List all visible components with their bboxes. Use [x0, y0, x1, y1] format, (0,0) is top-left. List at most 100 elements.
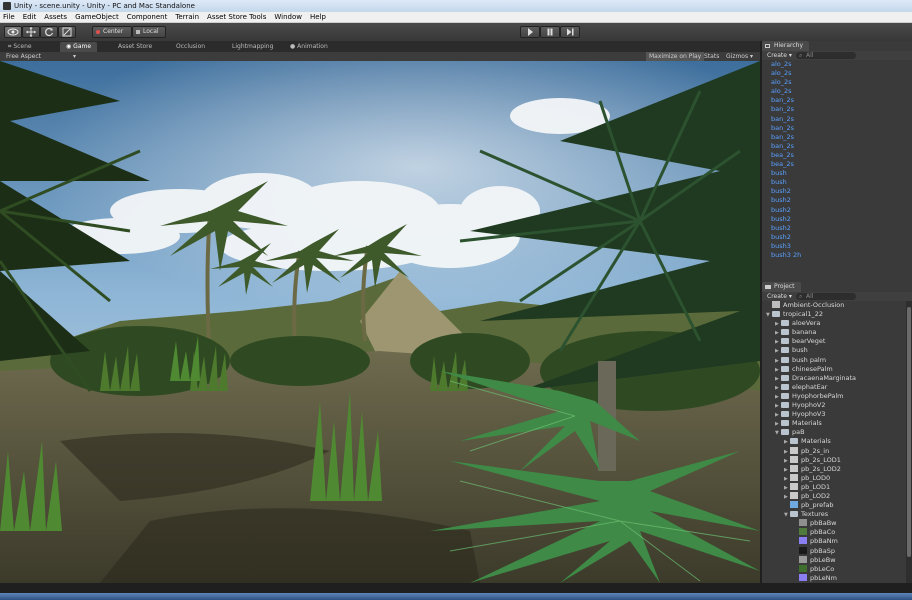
hierarchy-item[interactable]: alo_2s	[762, 87, 912, 96]
tab-game[interactable]: ◉ Game	[60, 42, 98, 52]
project-search-input[interactable]: ⌕ All	[796, 293, 856, 300]
project-scrollbar[interactable]	[906, 301, 912, 583]
menu-gameobject[interactable]: GameObject	[75, 12, 119, 22]
hierarchy-item[interactable]: ban_2s	[762, 133, 912, 142]
menu-asset-store-tools[interactable]: Asset Store Tools	[207, 12, 266, 22]
project-create-button[interactable]: Create ▾	[767, 292, 792, 301]
hierarchy-item[interactable]: bush2	[762, 215, 912, 224]
hierarchy-item[interactable]: bush3 2h	[762, 251, 912, 260]
project-item[interactable]: pbBaNm	[762, 537, 912, 546]
play-button[interactable]	[520, 26, 540, 38]
project-item[interactable]: ▼ tropical1_22	[762, 310, 912, 319]
hierarchy-item[interactable]: ban_2s	[762, 142, 912, 151]
animation-tab-icon: ●	[290, 43, 296, 50]
jungle-scene-render	[0, 61, 760, 583]
hierarchy-item[interactable]: bea_2s	[762, 160, 912, 169]
menu-terrain[interactable]: Terrain	[175, 12, 199, 22]
project-item[interactable]: Ambient-Occlusion	[762, 301, 912, 310]
game-viewport[interactable]	[0, 61, 760, 583]
tab-asset-store[interactable]: Asset Store	[112, 42, 158, 52]
hierarchy-search-input[interactable]: ⌕ All	[796, 52, 856, 59]
project-item[interactable]: ▶ pb_2s_LOD2	[762, 464, 912, 474]
tab-animation[interactable]: ● Animation	[284, 42, 334, 52]
scale-tool-button[interactable]	[58, 26, 76, 38]
project-item[interactable]: ▶ bush	[762, 346, 912, 355]
search-icon: ⌕	[799, 52, 803, 59]
tab-lightmapping[interactable]: Lightmapping	[226, 42, 279, 52]
project-item[interactable]: ▶ pb_2s_LOD1	[762, 455, 912, 465]
hierarchy-item[interactable]: bush3	[762, 242, 912, 251]
stats-toggle[interactable]: Stats	[704, 52, 719, 61]
project-item[interactable]: ▶ Materials	[762, 419, 912, 428]
project-item[interactable]: pbBaSp	[762, 546, 912, 556]
hierarchy-item[interactable]: bush2	[762, 187, 912, 196]
step-button[interactable]	[560, 26, 580, 38]
project-item[interactable]: ▶ HyophoV3	[762, 410, 912, 419]
hierarchy-create-button[interactable]: Create ▾	[767, 51, 792, 60]
menu-file[interactable]: File	[3, 12, 15, 22]
hierarchy-toolbar: Create ▾ ⌕ All	[762, 51, 912, 60]
project-item[interactable]: ▶ banana	[762, 328, 912, 337]
gizmos-dropdown[interactable]: Gizmos	[726, 52, 748, 61]
hierarchy-item[interactable]: bush	[762, 178, 912, 187]
folder-icon	[790, 511, 798, 518]
project-item[interactable]: pbBaBw	[762, 519, 912, 528]
pivot-center-toggle[interactable]: Center	[92, 26, 132, 38]
menu-help[interactable]: Help	[310, 12, 326, 22]
project-item[interactable]: pb_prefab	[762, 501, 912, 510]
tab-occlusion[interactable]: Occlusion	[170, 42, 211, 52]
project-item[interactable]: ▶ HyophoV2	[762, 401, 912, 410]
menu-edit[interactable]: Edit	[23, 12, 37, 22]
hierarchy-item[interactable]: bea_2s	[762, 151, 912, 160]
project-tab[interactable]: Project	[762, 282, 801, 292]
project-item-label: HyophoV2	[792, 401, 826, 410]
hierarchy-item[interactable]: alo_2s	[762, 69, 912, 78]
hierarchy-item[interactable]: ban_2s	[762, 124, 912, 133]
hierarchy-item[interactable]: alo_2s	[762, 78, 912, 87]
project-item[interactable]: ▼ Textures	[762, 510, 912, 519]
aspect-dropdown[interactable]: Free Aspect ▾	[6, 52, 76, 61]
menu-component[interactable]: Component	[127, 12, 168, 22]
project-item[interactable]: ▶ pb_LOD2	[762, 491, 912, 501]
project-item[interactable]: pbLeCo	[762, 564, 912, 574]
tab-scene[interactable]: ⌗ Scene	[2, 42, 38, 52]
rotate-tool-button[interactable]	[40, 26, 58, 38]
space-local-label: Local	[143, 28, 159, 35]
hierarchy-item[interactable]: bush2	[762, 196, 912, 205]
project-item[interactable]: pbBaCo	[762, 528, 912, 537]
project-item[interactable]: ▶ DracaenaMarginata	[762, 374, 912, 383]
project-item[interactable]: ▼ paB	[762, 428, 912, 437]
hierarchy-item[interactable]: alo_2s	[762, 60, 912, 69]
hand-tool-button[interactable]	[4, 26, 22, 38]
project-scroll-thumb[interactable]	[907, 307, 911, 557]
hierarchy-item[interactable]: bush2	[762, 224, 912, 233]
hierarchy-item[interactable]: bush2	[762, 206, 912, 215]
project-item[interactable]: pbLeNm	[762, 573, 912, 583]
space-local-toggle[interactable]: Local	[132, 26, 166, 38]
project-item[interactable]: ▶ chinesePalm	[762, 365, 912, 374]
project-item[interactable]: ▶ aloeVera	[762, 319, 912, 328]
menu-window[interactable]: Window	[274, 12, 302, 22]
hierarchy-item[interactable]: ban_2s	[762, 105, 912, 114]
mesh-icon	[790, 455, 798, 463]
move-tool-button[interactable]	[22, 26, 40, 38]
project-item[interactable]: ▶ HyophorbePalm	[762, 392, 912, 401]
maximize-on-play-toggle[interactable]: Maximize on Play	[646, 52, 705, 61]
pause-button[interactable]	[540, 26, 560, 38]
project-item[interactable]: ▶ bearVeget	[762, 337, 912, 346]
project-item[interactable]: ▶ pb_2s_in	[762, 446, 912, 456]
project-item[interactable]: pbLeBw	[762, 555, 912, 565]
project-item[interactable]: ▶ bush palm	[762, 356, 912, 365]
project-item[interactable]: ▶ pb_LOD0	[762, 473, 912, 483]
menu-assets[interactable]: Assets	[44, 12, 67, 22]
file-icon	[772, 301, 780, 308]
project-item[interactable]: ▶ elephatEar	[762, 383, 912, 392]
hierarchy-item[interactable]: ban_2s	[762, 96, 912, 105]
hierarchy-tab[interactable]: Hierarchy	[762, 41, 810, 51]
hierarchy-item[interactable]: ban_2s	[762, 115, 912, 124]
hierarchy-item[interactable]: bush2	[762, 233, 912, 242]
hierarchy-item[interactable]: bush	[762, 169, 912, 178]
project-item[interactable]: ▶ pb_LOD1	[762, 482, 912, 492]
project-item[interactable]: ▶ Materials	[762, 437, 912, 446]
project-tab-icon	[765, 285, 771, 289]
